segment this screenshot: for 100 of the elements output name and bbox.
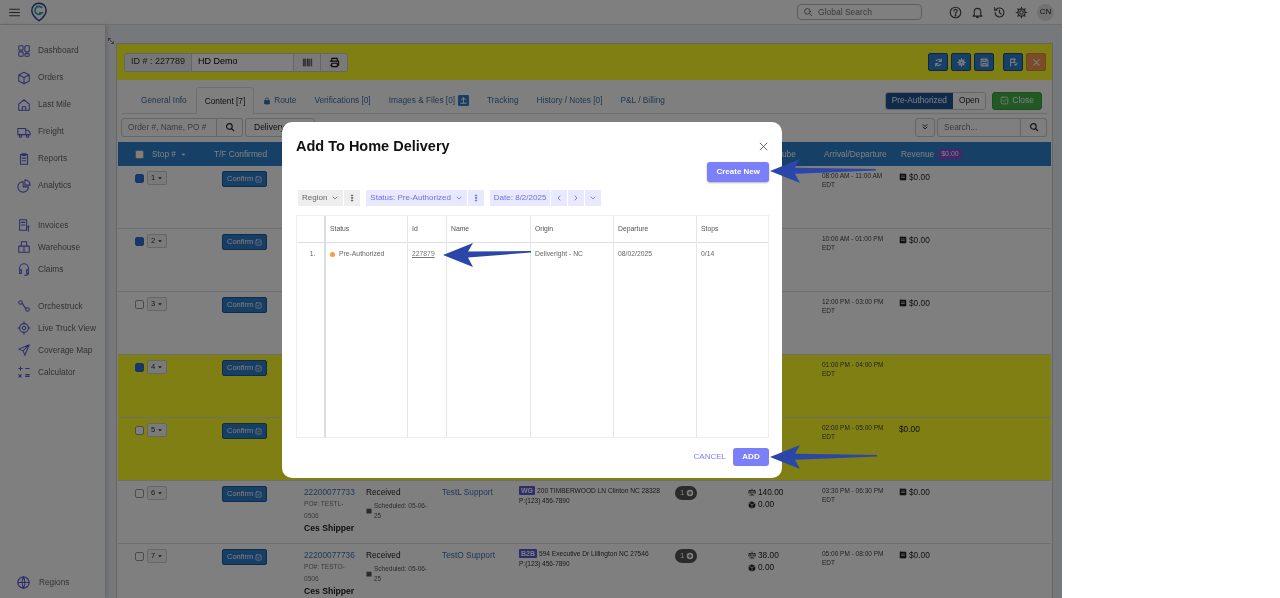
sidebar-item[interactable]: Invoices xyxy=(38,218,69,232)
sidebar-item[interactable]: Coverage Map xyxy=(38,343,93,357)
cube-icon xyxy=(748,563,756,572)
check-square-icon xyxy=(1000,96,1010,105)
order-search-field[interactable]: Order #, Name, PO # xyxy=(121,117,217,137)
column-header[interactable]: Stop # xyxy=(152,147,187,161)
lock-icon xyxy=(263,96,272,105)
scale-icon xyxy=(748,488,756,497)
refresh-button[interactable] xyxy=(928,53,948,71)
flag-button[interactable] xyxy=(1003,53,1023,71)
column-header: ube xyxy=(782,148,796,159)
boxes-icon xyxy=(17,240,31,254)
bell-icon xyxy=(971,5,984,19)
revenue-value: $0.00 xyxy=(899,423,920,436)
checkbox[interactable] xyxy=(135,237,144,246)
revenue-value: $0.00 xyxy=(909,171,930,184)
order-status: Received xyxy=(366,486,402,499)
customer-link[interactable]: TestO Support xyxy=(442,549,511,562)
caret-icon xyxy=(157,175,164,181)
shipper-name: Ces Shipper xyxy=(304,585,356,598)
item-count-pill[interactable]: 1 xyxy=(675,486,698,500)
checkbox[interactable] xyxy=(135,489,144,498)
sidebar-item[interactable]: Last Mile xyxy=(38,98,72,111)
receipt-icon xyxy=(17,218,31,232)
barcode-button[interactable] xyxy=(293,53,321,71)
search-field[interactable]: Global Search xyxy=(797,4,922,20)
clipboard-icon xyxy=(17,151,31,166)
headset-icon xyxy=(17,262,31,276)
revenue-value: $0.00 xyxy=(909,234,930,247)
sidebar-item[interactable]: Analytics xyxy=(38,179,72,192)
cube-value: 0.00 xyxy=(758,498,775,511)
checkbox[interactable] xyxy=(135,363,144,372)
sidebar-item[interactable]: Reports xyxy=(38,152,68,165)
check-square-icon xyxy=(255,364,263,372)
sidebar-item[interactable]: Freight xyxy=(38,125,64,138)
table-search-field[interactable]: Search... xyxy=(937,117,1021,137)
order-status: Received xyxy=(366,549,402,562)
add-button[interactable]: ADD xyxy=(733,448,769,466)
tab[interactable]: Content [7] xyxy=(195,87,255,114)
globe-icon xyxy=(16,575,31,590)
collapse-button[interactable] xyxy=(915,117,935,137)
save-icon xyxy=(979,57,989,67)
order-id-label: ID # : 227789 xyxy=(125,53,192,71)
customer-link[interactable]: TestL Support xyxy=(442,486,511,499)
tab[interactable]: History / Notes [0] xyxy=(527,87,612,113)
calculator-icon xyxy=(17,365,31,379)
checkbox[interactable] xyxy=(135,426,144,435)
checkbox[interactable] xyxy=(135,552,144,561)
search-button[interactable] xyxy=(1021,117,1047,137)
tab[interactable]: Route xyxy=(254,87,306,113)
more-button[interactable] xyxy=(467,190,484,207)
item-count-pill[interactable]: 1 xyxy=(675,549,698,563)
flag-icon xyxy=(1008,57,1018,67)
logo-icon[interactable] xyxy=(31,2,47,22)
column-header: T/F Confirmed xyxy=(214,148,268,159)
checkbox[interactable] xyxy=(135,149,144,159)
order-link[interactable]: 22200077736 xyxy=(304,549,358,562)
order-link[interactable]: 22200077733 xyxy=(304,486,358,499)
date-filter[interactable]: Date: 8/2/2025 xyxy=(489,190,551,207)
user-avatar[interactable]: CN xyxy=(1037,3,1054,21)
column-header: Revenue xyxy=(901,147,935,161)
filter-select[interactable]: Status: Pre-Authorized xyxy=(366,190,467,207)
tab[interactable]: Verifications [0] xyxy=(305,87,380,113)
sidebar-item[interactable]: Calculator xyxy=(38,365,76,379)
save-button[interactable] xyxy=(974,53,994,71)
close-order-button[interactable]: Close xyxy=(992,91,1042,110)
revenue-value: $0.00 xyxy=(909,486,930,499)
search-icon xyxy=(1028,122,1039,132)
check-square-icon xyxy=(255,238,263,246)
settings-button[interactable] xyxy=(951,53,971,71)
sidebar-item[interactable]: Orchestruck xyxy=(38,299,83,313)
calendar-icon xyxy=(366,571,372,578)
barcode-icon xyxy=(301,56,313,68)
chart-icon xyxy=(17,178,31,193)
sidebar-item[interactable]: Regions xyxy=(39,576,70,589)
filter-select[interactable]: Region xyxy=(298,190,344,207)
sidebar-item[interactable]: Orders xyxy=(38,71,64,84)
order-name-field[interactable]: HD Demo xyxy=(191,53,294,71)
printer-icon xyxy=(328,56,340,68)
sidebar-item[interactable]: Warehouse xyxy=(38,240,81,254)
caret-icon xyxy=(157,553,164,559)
sidebar-item[interactable]: Claims xyxy=(38,262,64,276)
check-square-icon xyxy=(255,553,263,561)
weight-value: 140.00 xyxy=(758,486,784,499)
print-button[interactable] xyxy=(320,53,348,71)
checkbox[interactable] xyxy=(135,300,144,309)
checkbox[interactable] xyxy=(135,174,144,183)
status-toggle[interactable]: Pre-Authorized xyxy=(885,92,953,109)
more-button[interactable] xyxy=(344,190,361,207)
tab[interactable]: P&L / Billing xyxy=(611,87,674,113)
close-button[interactable] xyxy=(758,141,769,153)
tab[interactable]: General Info xyxy=(132,87,196,113)
create-new-button[interactable]: Create New xyxy=(707,162,769,183)
tab[interactable]: Tracking xyxy=(478,87,528,113)
cancel-button[interactable]: CANCEL xyxy=(693,451,726,463)
tab[interactable]: Images & Files [0] xyxy=(379,87,479,113)
sidebar-item[interactable]: Live Truck View xyxy=(38,321,96,335)
search-button[interactable] xyxy=(217,117,243,137)
settings-icon xyxy=(956,57,966,67)
sidebar-item[interactable]: Dashboard xyxy=(38,44,79,57)
